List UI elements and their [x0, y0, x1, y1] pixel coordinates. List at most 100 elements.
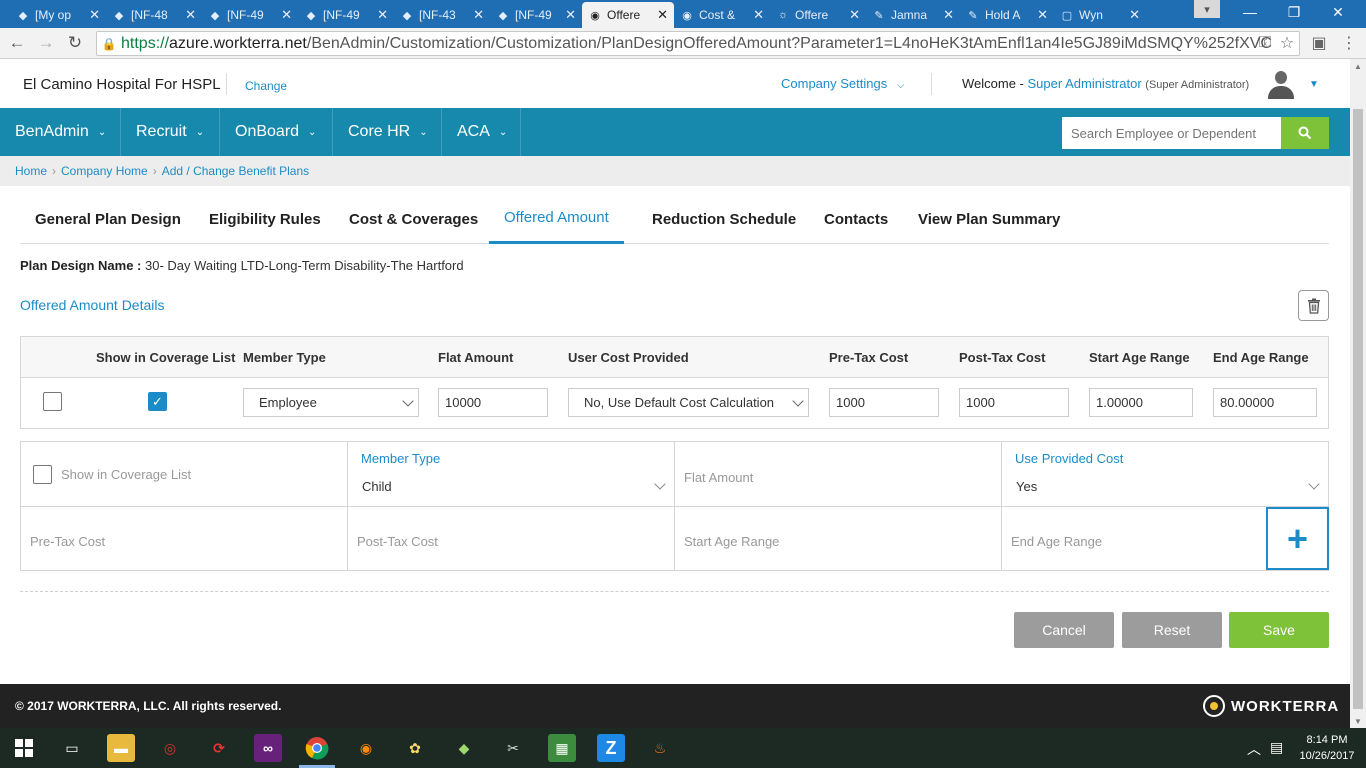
close-icon[interactable]: ✕	[89, 7, 100, 23]
nav-aca[interactable]: ACA ⌄	[442, 108, 521, 156]
file-explorer-icon[interactable]: ▬	[107, 734, 135, 762]
close-icon[interactable]: ✕	[657, 7, 668, 23]
caret-down-icon[interactable]: ▼	[1309, 79, 1319, 90]
search-button[interactable]	[1281, 117, 1329, 149]
new-flat-amount-input[interactable]: Flat Amount	[675, 442, 1002, 506]
flame-icon[interactable]: ♨	[646, 734, 674, 762]
breadcrumb-benefit-plans[interactable]: Add / Change Benefit Plans	[162, 164, 309, 178]
search-employee-input[interactable]	[1062, 117, 1281, 149]
new-member-type-select[interactable]: Member Type Child	[348, 442, 675, 506]
new-end-age-input[interactable]: End Age Range	[1002, 507, 1266, 570]
scroll-thumb[interactable]	[1353, 109, 1363, 709]
forward-icon[interactable]: →	[34, 32, 58, 54]
flat-amount-input[interactable]	[438, 388, 548, 417]
post-tax-cost-input[interactable]	[959, 388, 1069, 417]
windows-start-icon[interactable]	[10, 734, 38, 762]
member-type-select[interactable]: Employee	[243, 388, 419, 417]
browser-tab-10[interactable]: ✎ Jamna ✕	[866, 2, 960, 28]
scroll-up-icon[interactable]: ▲	[1350, 59, 1366, 73]
close-icon[interactable]: ✕	[753, 7, 764, 23]
tab-view-plan-summary[interactable]: View Plan Summary	[903, 194, 1075, 244]
spreadsheet-icon[interactable]: ▦	[548, 734, 576, 762]
save-button[interactable]: Save	[1229, 612, 1329, 648]
tray-chevron-icon[interactable]: ︿	[1247, 739, 1261, 759]
tools-icon[interactable]: ✂	[499, 734, 527, 762]
browser-profile-icon[interactable]: ▾	[1194, 0, 1220, 18]
cancel-button[interactable]: Cancel	[1014, 612, 1114, 648]
notes-icon[interactable]: ◆	[450, 734, 478, 762]
back-icon[interactable]: ←	[5, 32, 29, 54]
start-age-input[interactable]	[1089, 388, 1193, 417]
new-start-age-input[interactable]: Start Age Range	[675, 507, 1002, 570]
browser-tab-9[interactable]: ☼ Offere ✕	[770, 2, 866, 28]
paint-icon[interactable]: ✿	[401, 734, 429, 762]
restore-icon[interactable]: ❐	[1272, 0, 1316, 24]
bookmark-star-icon[interactable]: ☆	[1276, 32, 1298, 54]
app-icon[interactable]: ◎	[156, 734, 184, 762]
scroll-down-icon[interactable]: ▼	[1350, 714, 1366, 728]
delete-button[interactable]	[1298, 290, 1329, 321]
change-company-link[interactable]: Change	[245, 79, 287, 93]
user-name[interactable]: Super Administrator	[1028, 76, 1142, 91]
nav-benadmin[interactable]: BenAdmin ⌄	[0, 108, 121, 156]
menu-icon[interactable]: ⋮	[1338, 32, 1360, 54]
row-select-checkbox[interactable]	[43, 392, 62, 411]
window-close-icon[interactable]: ✕	[1316, 0, 1360, 24]
show-in-coverage-checkbox[interactable]: ✓	[148, 392, 167, 411]
new-post-tax-cost-input[interactable]: Post-Tax Cost	[348, 507, 675, 570]
company-settings-menu[interactable]: Company Settings ⌵	[781, 76, 904, 91]
new-use-provided-cost-select[interactable]: Use Provided Cost Yes	[1002, 442, 1328, 506]
close-icon[interactable]: ✕	[377, 7, 388, 23]
close-icon[interactable]: ✕	[1037, 7, 1048, 23]
browser-tab-8[interactable]: ◉ Cost & ✕	[674, 2, 770, 28]
browser-tab-12[interactable]: ▢ Wyn ✕	[1054, 2, 1146, 28]
browser-tab-3[interactable]: ◆ [NF-49 ✕	[202, 2, 298, 28]
close-icon[interactable]: ✕	[849, 7, 860, 23]
page-scrollbar[interactable]: ▲ ▼	[1350, 59, 1366, 728]
notifications-icon[interactable]: ▤	[1270, 739, 1283, 756]
key-icon[interactable]: ⚿	[1254, 32, 1276, 54]
close-icon[interactable]: ✕	[473, 7, 484, 23]
reload-icon[interactable]: ↻	[63, 32, 87, 54]
minimize-icon[interactable]: —	[1228, 0, 1272, 24]
tab-reduction-schedule[interactable]: Reduction Schedule	[637, 194, 811, 244]
pre-tax-cost-input[interactable]	[829, 388, 939, 417]
firefox-icon[interactable]: ◉	[352, 734, 380, 762]
browser-tab-6[interactable]: ◆ [NF-49 ✕	[490, 2, 582, 28]
close-icon[interactable]: ✕	[185, 7, 196, 23]
task-view-icon[interactable]: ▭	[58, 734, 86, 762]
new-pre-tax-cost-input[interactable]: Pre-Tax Cost	[21, 507, 348, 570]
breadcrumb-home[interactable]: Home	[15, 164, 47, 178]
close-icon[interactable]: ✕	[943, 7, 954, 23]
browser-tab-11[interactable]: ✎ Hold A ✕	[960, 2, 1054, 28]
visual-studio-icon[interactable]: ∞	[254, 734, 282, 762]
chrome-icon[interactable]	[303, 734, 331, 762]
browser-tab-4[interactable]: ◆ [NF-49 ✕	[298, 2, 394, 28]
user-cost-provided-select[interactable]: No, Use Default Cost Calculation	[568, 388, 809, 417]
avatar[interactable]	[1266, 71, 1296, 99]
nav-onboard[interactable]: OnBoard ⌄	[220, 108, 333, 156]
tab-offered-amount[interactable]: Offered Amount	[489, 194, 624, 244]
close-icon[interactable]: ✕	[1129, 7, 1140, 23]
sync-app-icon[interactable]: ⟳	[205, 734, 233, 762]
breadcrumb-company-home[interactable]: Company Home	[61, 164, 148, 178]
end-age-input[interactable]	[1213, 388, 1317, 417]
extension-icon[interactable]: ▣	[1308, 32, 1330, 54]
browser-tab-5[interactable]: ◆ [NF-43 ✕	[394, 2, 490, 28]
browser-tab-active[interactable]: ◉ Offere ✕	[582, 2, 674, 28]
close-icon[interactable]: ✕	[565, 7, 576, 23]
browser-tab-2[interactable]: ◆ [NF-48 ✕	[106, 2, 202, 28]
tab-contacts[interactable]: Contacts	[809, 194, 903, 244]
reset-button[interactable]: Reset	[1122, 612, 1222, 648]
tab-eligibility-rules[interactable]: Eligibility Rules	[194, 194, 336, 244]
browser-tab-1[interactable]: ◆ [My op ✕	[10, 2, 106, 28]
close-icon[interactable]: ✕	[281, 7, 292, 23]
new-show-in-coverage-checkbox[interactable]	[33, 465, 52, 484]
nav-recruit[interactable]: Recruit ⌄	[121, 108, 220, 156]
z-app-icon[interactable]: Z	[597, 734, 625, 762]
tab-general-plan-design[interactable]: General Plan Design	[20, 194, 196, 244]
nav-core-hr[interactable]: Core HR ⌄	[333, 108, 442, 156]
url-input[interactable]: 🔒 https://azure.workterra.net/BenAdmin/C…	[96, 31, 1300, 56]
tab-cost-coverages[interactable]: Cost & Coverages	[334, 194, 493, 244]
taskbar-clock[interactable]: 8:14 PM 10/26/2017	[1294, 732, 1360, 764]
